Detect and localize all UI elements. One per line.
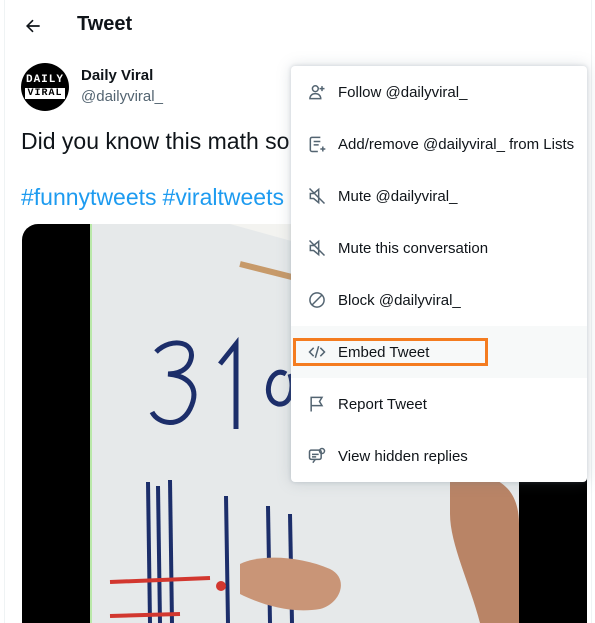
menu-item-label: Mute this conversation (338, 239, 489, 257)
tweet-text: Did you know this math so (21, 128, 290, 154)
menu-item-label: Embed Tweet (338, 343, 430, 361)
menu-item-label: Follow @dailyviral_ (338, 83, 468, 101)
block-icon (307, 290, 327, 310)
menu-item-block[interactable]: Block @dailyviral_ (291, 274, 587, 326)
page-title: Tweet (77, 13, 133, 35)
flag-icon (307, 394, 327, 414)
menu-item-label: View hidden replies (338, 447, 468, 465)
hashtag-link[interactable]: #viraltweets (163, 184, 284, 210)
mute-icon (307, 238, 327, 258)
list-add-icon (307, 134, 327, 154)
menu-item-follow[interactable]: Follow @dailyviral_ (291, 66, 587, 118)
hidden-replies-icon (307, 446, 327, 466)
column-border-right (591, 0, 592, 623)
avatar-text-bottom: VIRAL (25, 88, 65, 99)
page-header: Tweet (0, 0, 591, 52)
menu-item-label: Block @dailyviral_ (338, 291, 461, 309)
menu-item-label: Mute @dailyviral_ (338, 187, 458, 205)
video-edge (90, 224, 92, 623)
menu-item-embed[interactable]: Embed Tweet (291, 326, 587, 378)
author-handle[interactable]: @dailyviral_ (81, 88, 163, 105)
avatar-text-top: DAILY (25, 74, 64, 86)
avatar[interactable]: DAILY VIRAL (21, 63, 69, 111)
menu-item-lists[interactable]: Add/remove @dailyviral_ from Lists (291, 118, 587, 170)
menu-item-hidden-replies[interactable]: View hidden replies (291, 430, 587, 482)
tweet-options-menu: Follow @dailyviral_ Add/remove @dailyvir… (291, 66, 587, 482)
tweet-page: Tweet DAILY VIRAL Daily Viral @dailyvira… (0, 0, 595, 623)
arrow-left-icon (26, 19, 40, 33)
author-name[interactable]: Daily Viral (81, 67, 153, 84)
code-embed-icon (307, 342, 327, 362)
back-button[interactable] (16, 9, 50, 43)
follow-user-icon (307, 82, 327, 102)
menu-item-label: Report Tweet (338, 395, 427, 413)
menu-item-report[interactable]: Report Tweet (291, 378, 587, 430)
hashtag-link[interactable]: #funnytweets (21, 184, 157, 210)
menu-item-mute-conversation[interactable]: Mute this conversation (291, 222, 587, 274)
column-border-left (4, 0, 5, 623)
menu-item-label: Add/remove @dailyviral_ from Lists (338, 135, 575, 153)
hashtags: #funnytweets #viraltweets (21, 184, 290, 211)
menu-item-mute-user[interactable]: Mute @dailyviral_ (291, 170, 587, 222)
mute-icon (307, 186, 327, 206)
